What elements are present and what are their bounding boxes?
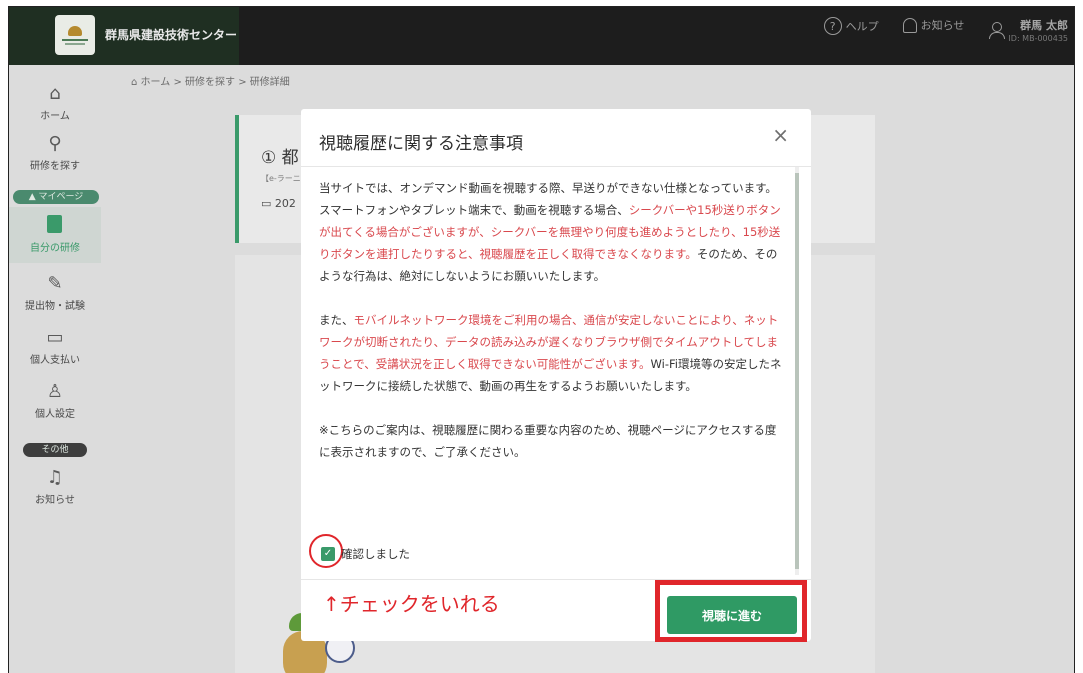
modal-scrollbar[interactable] [795,167,799,575]
sidebar-item-label: ホーム [40,111,70,122]
sidebar-item-my-courses[interactable]: 自分の研修 [9,207,101,263]
annotation-text: ↑チェックをいれる [323,592,500,616]
close-icon[interactable]: × [772,125,789,145]
notice-label: お知らせ [920,19,965,32]
notice-paragraph-1: 当サイトでは、オンデマンド動画を視聴する際、早送りができない仕様となっています。… [319,177,785,287]
course-title: ① 都 [261,148,299,168]
bookmark-icon [47,215,62,233]
help-link[interactable]: ? ヘルプ [823,17,879,35]
sidebar-item-label: 個人支払い [30,355,80,366]
sidebar-item-label: 個人設定 [35,409,75,420]
bell-icon [902,17,917,33]
top-header: 群馬県建設技術センター ? ヘルプ お知らせ 群馬 太郎 ID: MB-0004… [9,7,1074,65]
modal-body: 当サイトでは、オンデマンド動画を視聴する際、早送りができない仕様となっています。… [301,167,795,572]
sidebar-item-label: 提出物・試験 [25,301,85,312]
brand-area: 群馬県建設技術センター [9,7,239,65]
confirm-checkbox[interactable]: ✓ [321,547,335,561]
user-name: 群馬 太郎 [1020,19,1068,32]
course-date: ▭ 202 [261,197,296,210]
section-other: その他 [23,443,87,457]
user-id: ID: MB-000435 [1008,34,1068,43]
sidebar-item-label: 自分の研修 [30,243,80,254]
notice-modal: 視聴履歴に関する注意事項 × 当サイトでは、オンデマンド動画を視聴する際、早送り… [301,109,811,642]
card-icon: ▭ [46,327,64,348]
sidebar-item-search[interactable]: ⚲ 研修を探す [9,133,101,173]
confirm-checkbox-row[interactable]: ✓ 確認しました [321,546,410,562]
section-mypage: ▲ マイページ [13,190,99,204]
notice-link[interactable]: お知らせ [902,17,965,33]
app-window: 群馬県建設技術センター ? ヘルプ お知らせ 群馬 太郎 ID: MB-0004… [8,6,1075,673]
home-icon: ⌂ [131,77,138,88]
breadcrumb: ⌂ ホーム > 研修を探す > 研修詳細 [131,77,290,88]
user-icon [988,22,1006,39]
modal-footer: ↑チェックをいれる 視聴に進む [301,579,811,642]
section-label: マイページ [38,192,84,202]
user-menu[interactable]: 群馬 太郎 ID: MB-000435 [988,17,1068,43]
breadcrumb-current: 研修詳細 [249,77,290,88]
modal-title: 視聴履歴に関する注意事項 [319,134,523,154]
sidebar-item-label: お知らせ [35,495,75,506]
sidebar-item-settings[interactable]: ♙ 個人設定 [9,381,101,421]
home-icon: ⌂ [49,83,61,104]
notice-paragraph-2: また、モバイルネットワーク環境をご利用の場合、通信が安定しないことにより、ネット… [319,309,785,397]
help-label: ヘルプ [845,20,879,33]
modal-header: 視聴履歴に関する注意事項 × [301,109,811,167]
breadcrumb-home[interactable]: ホーム [141,77,171,88]
help-icon: ? [823,17,842,35]
course-subtitle: 【e-ラーニ [261,174,301,183]
search-icon: ⚲ [48,133,62,154]
calendar-icon: ▭ [261,197,272,210]
sidebar-item-payments[interactable]: ▭ 個人支払い [9,327,101,367]
scrollbar-thumb[interactable] [795,173,799,569]
text-normal: また、 [319,313,354,327]
bell-icon: ♫ [46,467,64,488]
person-icon: ♙ [46,381,64,402]
sidebar-item-submissions[interactable]: ✎ 提出物・試験 [9,273,101,313]
header-actions: ? ヘルプ お知らせ 群馬 太郎 ID: MB-000435 [823,17,1068,43]
proceed-to-viewing-button[interactable]: 視聴に進む [667,596,797,634]
section-label: その他 [41,445,69,455]
confirm-label: 確認しました [341,547,410,561]
course-date-text: 202 [274,197,296,210]
sidebar: ⌂ ホーム ⚲ 研修を探す ▲ マイページ 自分の研修 ✎ 提出物・試験 ▭ 個… [9,65,101,673]
notice-paragraph-3: ※こちらのご案内は、視聴履歴に関わる重要な内容のため、視聴ページにアクセスする度… [319,423,777,459]
breadcrumb-search[interactable]: 研修を探す [185,77,235,88]
site-title[interactable]: 群馬県建設技術センター [105,26,237,43]
sidebar-item-home[interactable]: ⌂ ホーム [9,83,101,123]
logo[interactable] [55,15,95,55]
sidebar-item-notice[interactable]: ♫ お知らせ [9,467,101,507]
sidebar-item-label: 研修を探す [30,161,80,172]
edit-icon: ✎ [47,273,63,294]
